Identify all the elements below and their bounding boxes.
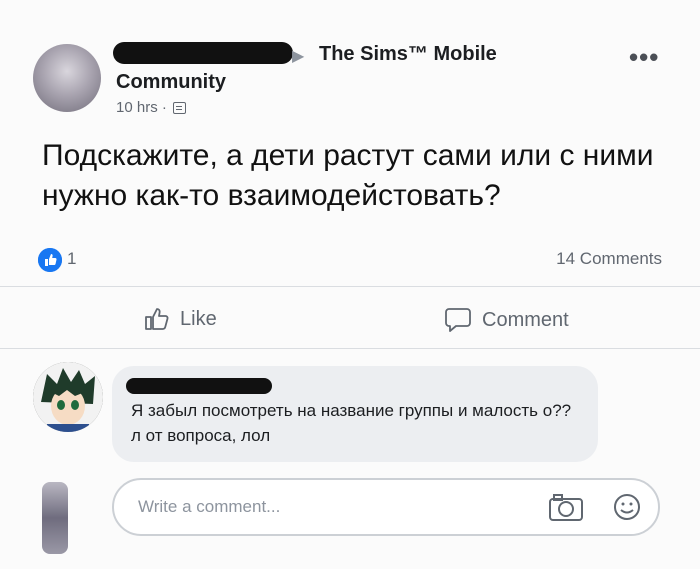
comment-icon [445, 308, 471, 332]
community-label[interactable]: Community [116, 71, 226, 94]
post-meta: 10 hrs · [116, 99, 186, 116]
redacted-commenter-name [126, 378, 272, 394]
like-button[interactable]: Like [144, 307, 217, 331]
anime-avatar-icon [33, 362, 103, 432]
comments-count-link[interactable]: 14 Comments [556, 249, 662, 269]
globe-icon [172, 101, 186, 114]
share-arrow-icon: ▶ [292, 48, 305, 65]
divider [0, 348, 700, 349]
more-icon[interactable]: ••• [629, 42, 659, 73]
post-time[interactable]: 10 hrs · [116, 99, 167, 116]
like-badge-icon [38, 248, 62, 272]
smile-icon[interactable] [612, 492, 642, 527]
like-label: Like [180, 307, 217, 330]
redacted-author-name [113, 42, 293, 64]
camera-icon[interactable] [548, 492, 584, 527]
comment-button[interactable]: Comment [444, 307, 569, 333]
thumbs-up-icon [145, 308, 169, 330]
smile-icon-svg [614, 494, 640, 520]
post-text: Подскажите, а дети растут сами или с ним… [42, 139, 654, 212]
divider [0, 286, 700, 287]
camera-icon-svg [549, 494, 583, 521]
comment-label: Comment [482, 308, 569, 331]
comment-text: Я забыл посмотреть на название группы и … [131, 401, 572, 445]
commenter-avatar[interactable] [33, 362, 103, 432]
author-avatar[interactable] [33, 44, 101, 112]
group-name-link[interactable]: The Sims™ Mobile [319, 43, 497, 66]
write-comment-placeholder: Write a comment... [138, 497, 281, 516]
like-count[interactable]: 1 [67, 249, 76, 269]
thumbs-up-icon [38, 248, 62, 272]
current-user-avatar[interactable] [42, 482, 68, 554]
